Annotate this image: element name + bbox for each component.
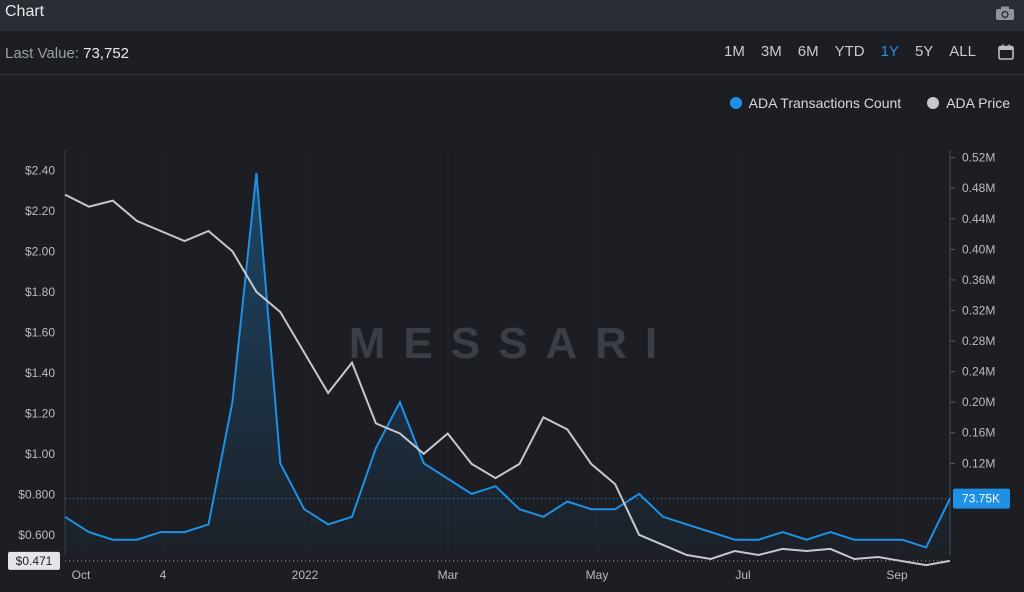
- left-axis-tick: $1.40: [25, 366, 55, 380]
- right-axis-tick: 0.48M: [962, 181, 995, 195]
- left-axis-tick: $0.600: [18, 528, 55, 542]
- left-axis-tick: $0.800: [18, 487, 55, 501]
- right-axis-tick: 0.32M: [962, 303, 995, 317]
- right-axis-tick: 0.16M: [962, 426, 995, 440]
- right-axis-tick: 0.24M: [962, 365, 995, 379]
- x-axis-tick: 4: [160, 568, 167, 582]
- left-axis-tick: $2.00: [25, 244, 55, 258]
- last-price-label: $0.471: [16, 554, 53, 568]
- right-axis-tick: 0.40M: [962, 242, 995, 256]
- x-axis-tick: Sep: [886, 568, 908, 582]
- left-axis-tick: $2.40: [25, 163, 55, 177]
- chart-plot: MESSARI $0.600 $0.800 $1.00 $1.20 $1.40 $1.60…: [8, 150, 1010, 582]
- watermark: MESSARI: [349, 319, 675, 368]
- left-axis-tick: $1.20: [25, 406, 55, 420]
- x-axis-tick: Mar: [438, 568, 459, 582]
- left-axis-tick: $1.80: [25, 285, 55, 299]
- right-axis-tick: 0.52M: [962, 151, 995, 165]
- x-axis-tick: Jul: [735, 568, 750, 582]
- right-axis-tick: 0.12M: [962, 456, 995, 470]
- right-axis-tick: 0.44M: [962, 212, 995, 226]
- left-axis-tick: $2.20: [25, 204, 55, 218]
- x-axis-tick: 2022: [292, 568, 319, 582]
- left-axis-tick: $1.00: [25, 447, 55, 461]
- x-axis-tick: May: [586, 568, 609, 582]
- x-axis-tick: Oct: [72, 568, 91, 582]
- right-axis-tick: 0.28M: [962, 334, 995, 348]
- last-tx-label: 73.75K: [962, 492, 1000, 506]
- right-axis-tick: 0.20M: [962, 395, 995, 409]
- right-axis-tick: 0.36M: [962, 273, 995, 287]
- left-axis-tick: $1.60: [25, 325, 55, 339]
